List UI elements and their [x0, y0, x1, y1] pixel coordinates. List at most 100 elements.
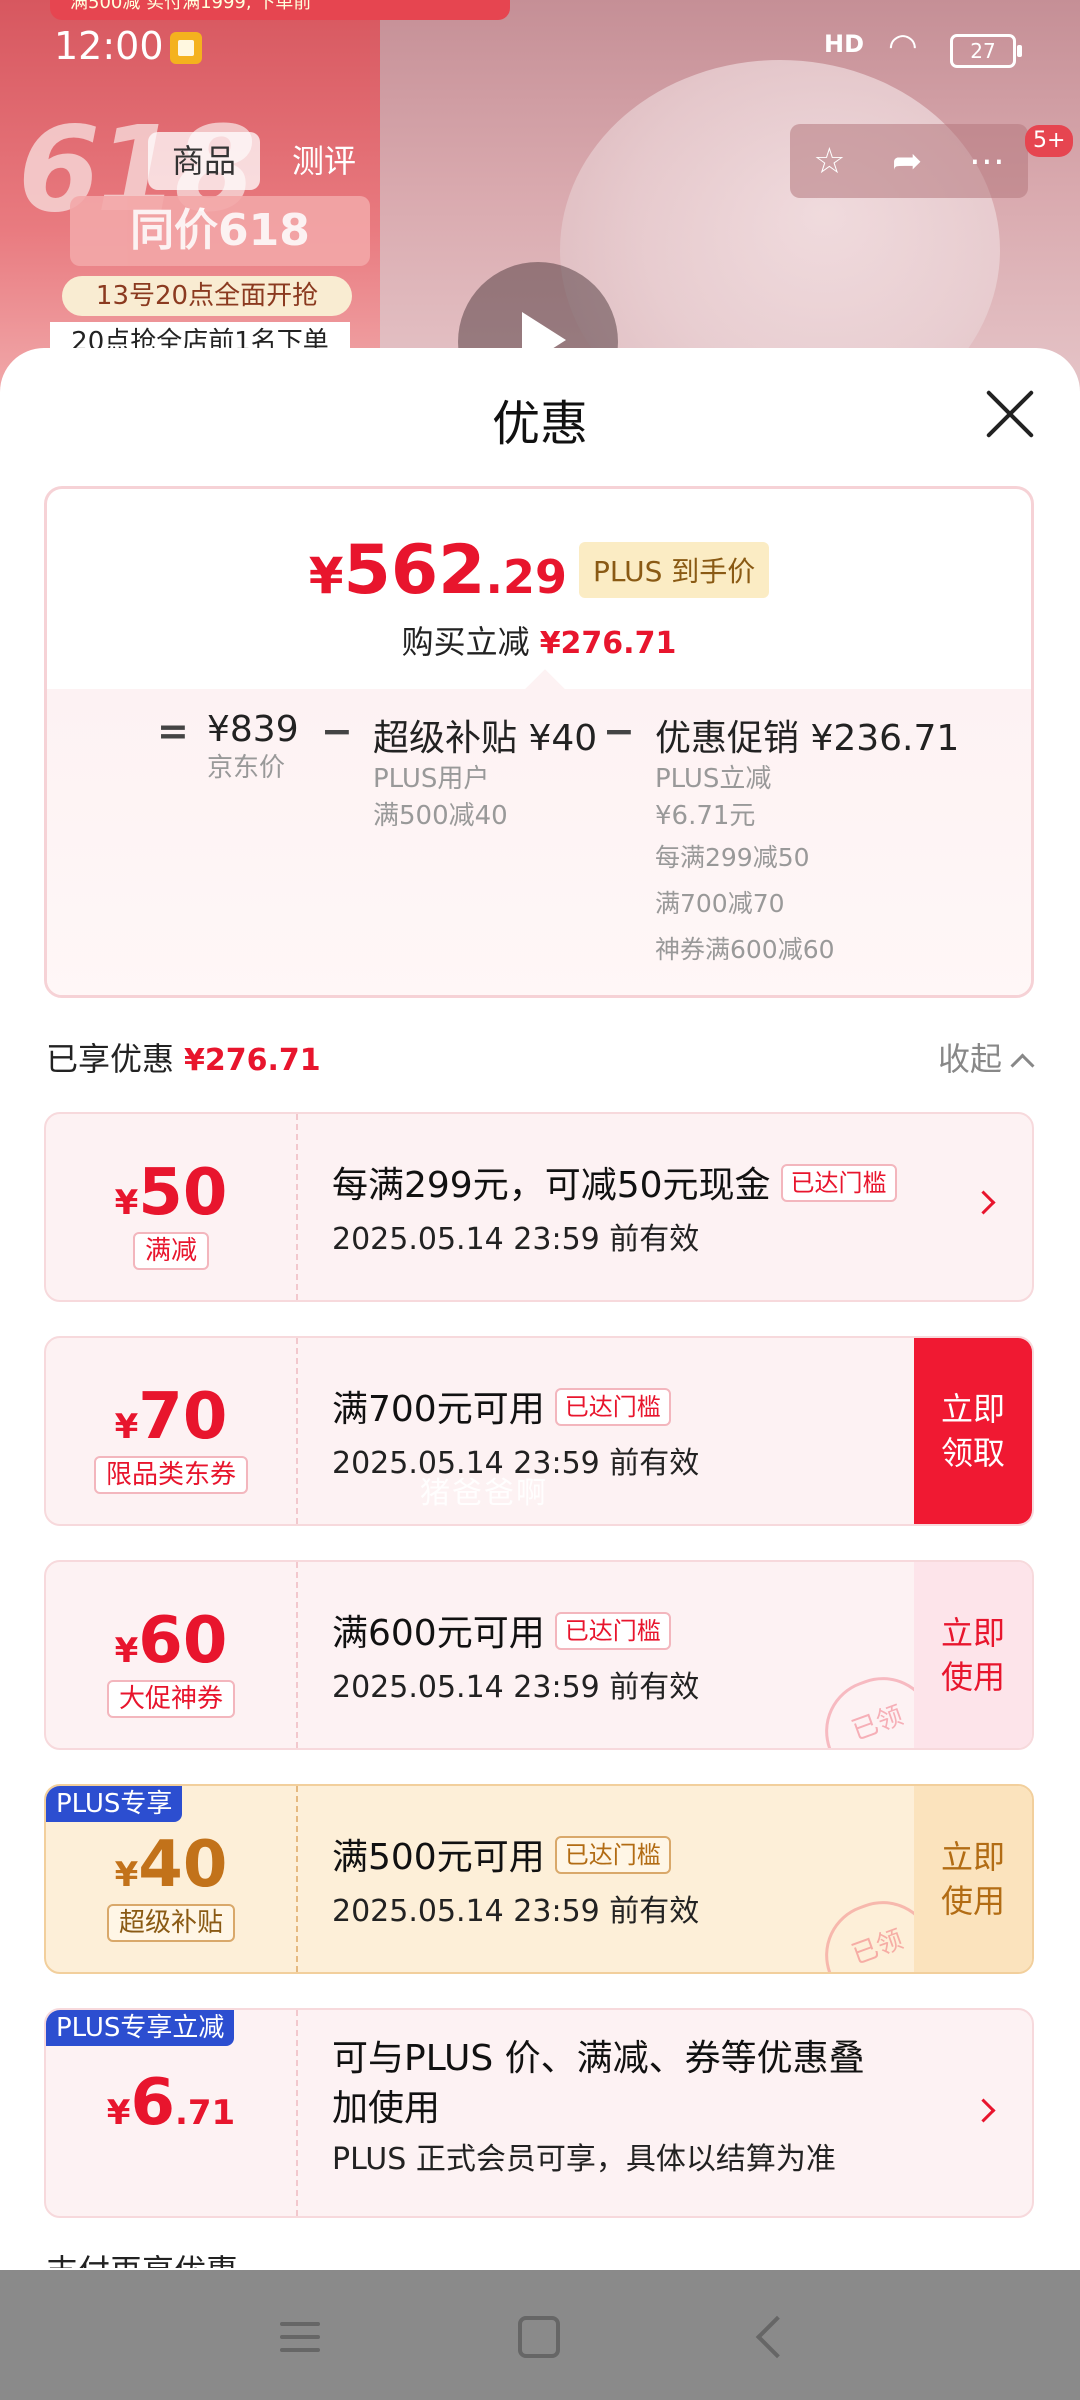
share-icon[interactable]: ➦ [892, 141, 922, 182]
jd-price: ¥839 [207, 709, 299, 750]
purchase-reduction: 购买立减 ¥276.71 [47, 617, 1031, 663]
coupon-currency: ¥ [114, 1855, 139, 1895]
product-actions: ☆ ➦ ⋯ [790, 124, 1028, 198]
star-icon[interactable]: ☆ [813, 141, 845, 182]
coupon-divider [296, 1114, 298, 1300]
discount-sheet: 优惠 ¥562.29 PLUS 到手价 购买立减 ¥276.71 = ¥839 京东… [0, 348, 1080, 2268]
coupon-divider [296, 2010, 298, 2216]
coupon-value: ¥60 大促神券 [46, 1562, 296, 1748]
coupon-title: 可与PLUS 价、满减、券等优惠叠加使用 [332, 2038, 865, 2129]
coupon-type-label: 限品类东券 [93, 1456, 249, 1494]
threshold-badge: 已达门槛 [554, 1612, 671, 1650]
coupon-expiry: 2025.05.14 23:59 前有效 [332, 1222, 700, 1257]
subsidy-sub2: 满500减40 [373, 801, 508, 831]
coupon-note: PLUS 正式会员可享，具体以结算为准 [332, 2142, 836, 2177]
formula-minus-1: − [321, 709, 353, 753]
coupon-value: ¥70 限品类东券 [46, 1338, 296, 1524]
coupon-body: 可与PLUS 价、满减、券等优惠叠加使用 PLUS 正式会员可享，具体以结算为准 [332, 2034, 892, 2178]
product-tabs: 商品 测评 [148, 132, 380, 190]
reduce-amount: ¥276.71 [539, 626, 677, 661]
coupon-title: 满700元可用 [332, 1389, 545, 1430]
coupon-amount-decimal: .71 [174, 2093, 236, 2133]
chevron-right-icon[interactable] [971, 2098, 996, 2123]
coupon-currency: ¥ [106, 2093, 131, 2133]
pay-more-discount-heading: 支付再享优惠 [46, 2246, 238, 2268]
coupon-title: 每满299元，可减50元现金 [332, 1165, 771, 1206]
coupon-expiry: 2025.05.14 23:59 前有效 [332, 1446, 700, 1481]
enjoyed-amount: ¥276.71 [184, 1043, 321, 1078]
coupon-body: 满700元可用 已达门槛 2025.05.14 23:59 前有效 [332, 1380, 892, 1482]
promo-sub4: 满700减70 [655, 889, 785, 918]
coupon-divider [296, 1338, 298, 1524]
coupon-body: 每满299元，可减50元现金 已达门槛 2025.05.14 23:59 前有效 [332, 1156, 897, 1258]
threshold-badge: 已达门槛 [554, 1388, 671, 1426]
coupon-value: ¥50 满减 [46, 1114, 296, 1300]
claim-now-button[interactable]: 立即领取 [914, 1338, 1032, 1524]
formula-minus-2: − [603, 709, 635, 753]
menu-icon[interactable] [280, 2322, 320, 2352]
tab-product[interactable]: 商品 [148, 132, 261, 190]
coupon-divider [296, 1786, 298, 1972]
coupon-amount: 60 [138, 1604, 228, 1678]
coupon-divider [296, 1562, 298, 1748]
reduce-label: 购买立减 [401, 623, 530, 661]
wifi-icon: ◠ [888, 26, 918, 66]
threshold-badge: 已达门槛 [554, 1836, 671, 1874]
coupon-type-label: 大促神券 [106, 1680, 236, 1718]
coupon-type-label: 超级补贴 [106, 1904, 236, 1942]
promo-title: 优惠促销 ¥236.71 [655, 718, 960, 759]
notification-icon [170, 32, 202, 64]
price-formula: = ¥839 京东价 − 超级补贴 ¥40 PLUS用户 满500减40 − 优… [47, 689, 1031, 995]
watermark: 猪爸爸啊 [420, 1476, 548, 1511]
formula-promo: 优惠促销 ¥236.71 PLUS立减 ¥6.71元 每满299减50 满700… [655, 709, 959, 973]
promo-sub5: 神券满600减60 [655, 935, 835, 964]
price-integer: 562 [343, 531, 486, 610]
jd-price-label: 京东价 [207, 753, 286, 783]
collapse-button[interactable]: 收起 [938, 1034, 1035, 1080]
promo-sub3: 每满299减50 [655, 843, 810, 872]
home-icon[interactable] [518, 2316, 560, 2358]
battery-icon: 27 [950, 34, 1022, 68]
collapse-label: 收起 [938, 1040, 1003, 1078]
use-now-button[interactable]: 立即使用 [914, 1786, 1032, 1972]
coupon-body: 满500元可用 已达门槛 2025.05.14 23:59 前有效 [332, 1828, 892, 1930]
close-icon[interactable] [984, 388, 1036, 440]
coupon-card[interactable]: ¥50 满减 每满299元，可减50元现金 已达门槛 2025.05.14 23:… [44, 1112, 1034, 1302]
coupon-currency: ¥ [114, 1407, 139, 1447]
sheet-title: 优惠 [491, 396, 588, 452]
price-summary-card: ¥562.29 PLUS 到手价 购买立减 ¥276.71 = ¥839 京东价 −… [44, 486, 1034, 998]
coupon-amount: 40 [138, 1828, 228, 1902]
formula-jd-price: ¥839 京东价 [207, 709, 299, 787]
coupon-expiry: 2025.05.14 23:59 前有效 [332, 1670, 700, 1705]
final-price-block: ¥562.29 PLUS 到手价 购买立减 ¥276.71 [47, 489, 1031, 689]
coupon-expiry: 2025.05.14 23:59 前有效 [332, 1894, 700, 1929]
coupon-card: PLUS专享 ¥40 超级补贴 满500元可用 已达门槛 2025.05.14 2… [44, 1784, 1034, 1974]
coupon-card[interactable]: PLUS专享立减 ¥6.71 可与PLUS 价、满减、券等优惠叠加使用 PLUS… [44, 2008, 1034, 2218]
price-currency: ¥ [308, 547, 344, 605]
poster-line1: 13号20点全面开抢 [62, 276, 352, 316]
coupon-value: ¥40 超级补贴 [46, 1786, 296, 1972]
plus-price-tag: PLUS 到手价 [578, 542, 770, 598]
chevron-right-icon[interactable] [971, 1190, 996, 1215]
status-time: 12:00 [54, 24, 164, 68]
signal-icon: HD [824, 30, 865, 58]
coupon-value: ¥6.71 [46, 2010, 296, 2216]
subsidy-sub1: PLUS用户 [373, 764, 490, 794]
tab-review[interactable]: 测评 [268, 132, 380, 190]
use-now-button[interactable]: 立即使用 [914, 1562, 1032, 1748]
price-decimal: .29 [485, 550, 567, 604]
back-icon[interactable] [755, 2315, 799, 2359]
chevron-up-icon [1010, 1053, 1035, 1078]
coupon-currency: ¥ [114, 1631, 139, 1671]
more-icon[interactable]: ⋯ [969, 141, 1005, 182]
status-bar: 12:00 HD ◠ 27 [0, 0, 1080, 100]
coupon-title: 满600元可用 [332, 1613, 545, 1654]
coupon-type-label: 满减 [132, 1232, 210, 1270]
promo-sub1: PLUS立减 [655, 764, 772, 794]
coupon-card: ¥60 大促神券 满600元可用 已达门槛 2025.05.14 23:59 前有… [44, 1560, 1034, 1750]
message-count-badge: 5+ [1025, 125, 1074, 157]
threshold-badge: 已达门槛 [780, 1164, 897, 1202]
coupon-amount: 70 [138, 1380, 228, 1454]
system-nav-bar [0, 2270, 1080, 2400]
formula-subsidy: 超级补贴 ¥40 PLUS用户 满500减40 [373, 709, 597, 835]
